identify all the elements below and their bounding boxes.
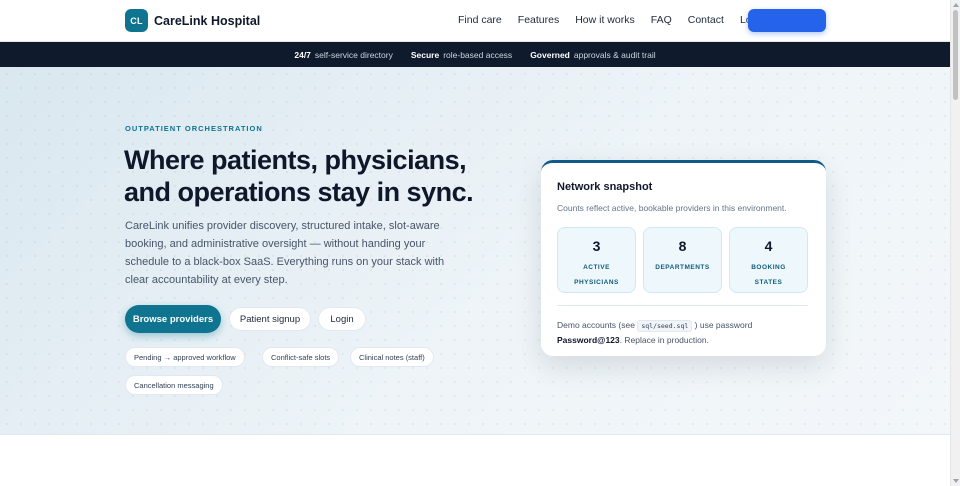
stat-label-line: BOOKING: [751, 264, 786, 271]
seed-file-code: sql/seed.sql: [637, 320, 693, 332]
nav-link-how-it-works[interactable]: How it works: [575, 14, 635, 26]
feature-strip: 24/7 self-service directory Secure role-ba…: [0, 42, 950, 67]
stat-label-line: PHYSICIANS: [574, 279, 619, 286]
feature-chip: Conflict-safe slots: [262, 347, 340, 367]
card-title: Network snapshot: [557, 181, 653, 193]
nav-link-find-care[interactable]: Find care: [458, 14, 502, 26]
strip-item-strong: 24/7: [294, 49, 311, 60]
strip-item-text: role-based access: [443, 49, 513, 60]
feature-chip: Cancellation messaging: [125, 375, 223, 395]
stat-label: DEPARTMENTS: [644, 260, 721, 275]
nav-link-faq[interactable]: FAQ: [651, 14, 672, 26]
feature-chip: Clinical notes (staff): [350, 347, 434, 367]
demo-password: Password@123: [557, 335, 620, 345]
brand[interactable]: CL CareLink Hospital: [125, 9, 260, 32]
scroll-down-arrow-icon[interactable]: [953, 479, 959, 483]
strip-item: 24/7 self-service directory: [294, 50, 392, 60]
stat-booking-states: 4 BOOKING STATES: [729, 227, 808, 293]
stat-value: 8: [678, 238, 687, 254]
card-subtitle: Counts reflect active, bookable provider…: [557, 203, 787, 213]
nav-link-contact[interactable]: Contact: [688, 14, 724, 26]
strip-item: Governed approvals & audit trail: [530, 50, 655, 60]
stat-label: ACTIVE PHYSICIANS: [558, 260, 635, 290]
stat-value: 3: [592, 238, 601, 254]
strip-item-strong: Governed: [530, 49, 570, 60]
strip-item-text: approvals & audit trail: [573, 49, 656, 60]
hero-patient-signup-button[interactable]: Patient signup: [229, 307, 311, 331]
browse-providers-button[interactable]: Browse providers: [125, 305, 221, 333]
strip-item-strong: Secure: [410, 49, 440, 60]
hero-lead: CareLink unifies provider discovery, str…: [125, 220, 445, 286]
nav-link-features[interactable]: Features: [518, 14, 559, 26]
strip-item-text: self-service directory: [314, 49, 393, 60]
stat-active-physicians: 3 ACTIVE PHYSICIANS: [557, 227, 636, 293]
stat-label: BOOKING STATES: [730, 260, 807, 290]
nav-links: Find care Features How it works FAQ Cont…: [458, 14, 782, 26]
stat-label-line: DEPARTMENTS: [655, 264, 710, 271]
demo-accounts-note: Demo accounts (see sql/seed.sql ) use pa…: [557, 318, 812, 347]
brand-logo: CL: [125, 9, 148, 32]
scrollbar-thumb[interactable]: [953, 10, 958, 100]
top-navbar: CL CareLink Hospital Find care Features …: [0, 0, 950, 42]
stat-label-line: STATES: [754, 279, 783, 286]
note-prefix: Demo accounts (see: [557, 320, 635, 330]
page-scrollbar[interactable]: [950, 0, 960, 486]
stat-value: 4: [764, 238, 773, 254]
network-snapshot-card: Network snapshot Counts reflect active, …: [541, 160, 826, 356]
feature-chip: Pending → approved workflow: [125, 347, 245, 367]
brand-name: CareLink Hospital: [154, 13, 261, 28]
note-suffix: . Replace in production.: [619, 335, 709, 345]
stat-departments: 8 DEPARTMENTS: [643, 227, 722, 293]
scroll-up-arrow-icon[interactable]: [953, 3, 959, 7]
stat-label-line: ACTIVE: [583, 264, 610, 271]
strip-item: Secure role-based access: [411, 50, 512, 60]
patient-signup-button[interactable]: Patient signup: [748, 9, 826, 32]
hero-login-button[interactable]: Login: [318, 307, 366, 331]
hero-eyebrow: OUTPATIENT ORCHESTRATION: [125, 124, 263, 133]
hero-headline: Where patients, physicians, and operatio…: [124, 145, 474, 207]
card-divider: [557, 305, 808, 306]
note-middle: ) use password: [694, 320, 753, 330]
hero-section: OUTPATIENT ORCHESTRATION Where patients,…: [0, 67, 950, 435]
